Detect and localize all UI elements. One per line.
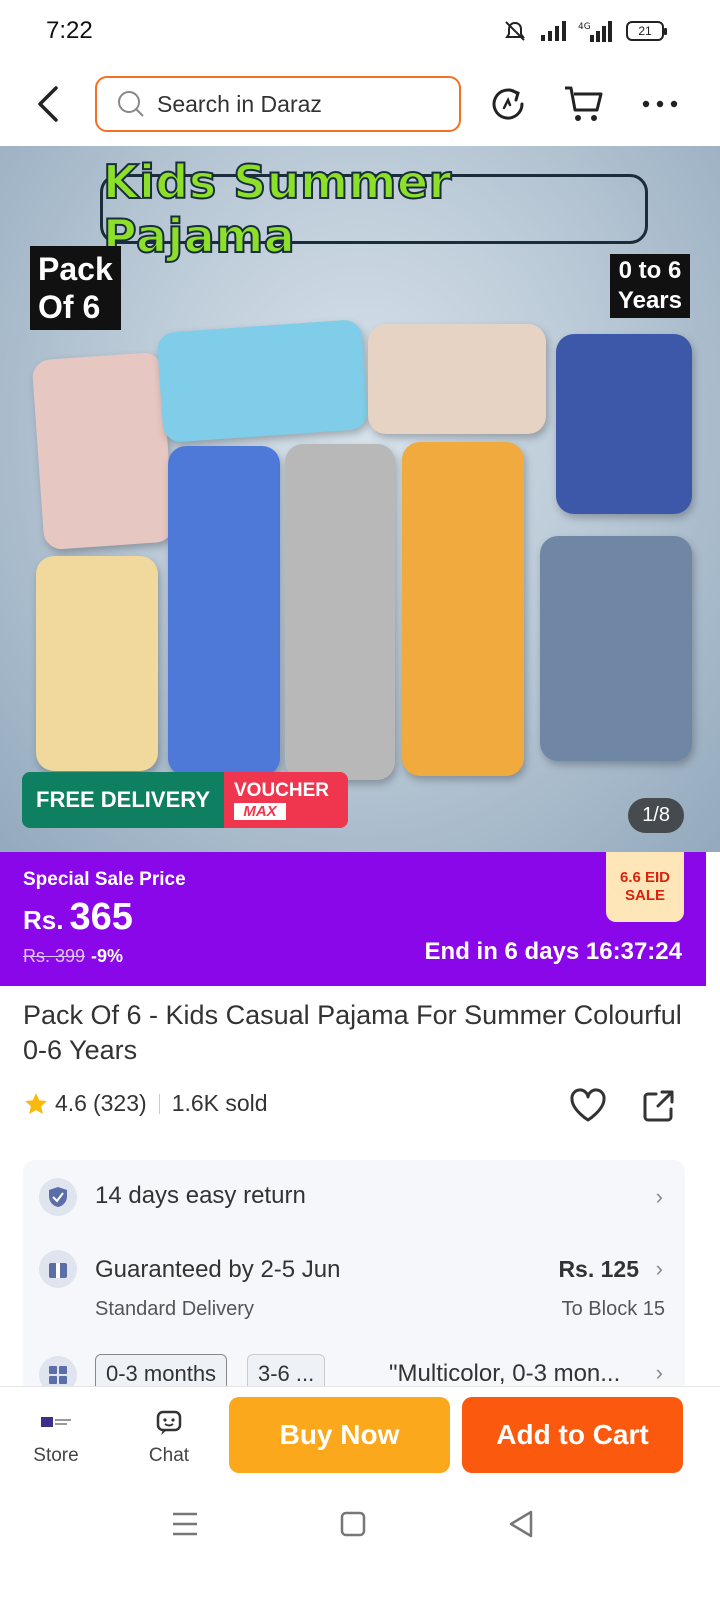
menu-icon[interactable] [172, 1510, 198, 1538]
sale-countdown: End in 6 days 16:37:24 [424, 938, 682, 965]
share-icon[interactable] [640, 1086, 680, 1126]
product-title: Pack Of 6 - Kids Casual Pajama For Summe… [23, 1000, 682, 1065]
pack-label: Pack Of 6 [30, 246, 121, 330]
battery-icon: 21 [626, 21, 667, 41]
discount-percent: -9% [91, 946, 124, 966]
pajama-image [402, 442, 524, 776]
delivery-box-icon [39, 1250, 77, 1288]
back-nav-icon[interactable] [508, 1510, 534, 1538]
pajama-image [540, 536, 692, 761]
status-time: 7:22 [46, 17, 93, 44]
image-counter: 1/8 [628, 798, 684, 833]
history-icon[interactable] [486, 82, 530, 126]
bottom-action-bar: Store Chat Buy Now Add to Cart [0, 1386, 720, 1490]
search-placeholder: Search in Daraz [157, 90, 322, 117]
mute-icon [505, 21, 525, 41]
store-button[interactable]: Store [16, 1409, 96, 1467]
selected-variant[interactable]: "Multicolor, 0-3 mon... [389, 1360, 620, 1388]
cart-icon[interactable] [562, 82, 606, 126]
status-icons: 4G 21 [502, 20, 667, 42]
status-bar: 7:22 4G 21 [0, 0, 720, 62]
svg-text:4G: 4G [578, 22, 591, 32]
original-price: Rs. 399 -9% [23, 946, 124, 966]
more-icon[interactable] [638, 82, 682, 126]
delivery-guarantee-text[interactable]: Guaranteed by 2-5 Jun [95, 1256, 341, 1284]
pajama-image [168, 446, 280, 776]
delivery-fee: Rs. 125 [558, 1256, 639, 1282]
rating-row[interactable]: 4.6 (323) 1.6K sold [23, 1090, 268, 1117]
buy-now-button[interactable]: Buy Now [229, 1397, 450, 1473]
signal-4g-icon: 4G [578, 21, 612, 42]
rating-value: 4.6 [55, 1090, 87, 1116]
sold-count: 1.6K sold [171, 1090, 268, 1116]
delivery-location: To Block 15 [561, 1298, 665, 1320]
delivery-type: Standard Delivery [95, 1298, 254, 1320]
add-to-cart-button[interactable]: Add to Cart [462, 1397, 683, 1473]
pajama-image [36, 556, 158, 771]
age-label: 0 to 6 Years [609, 254, 690, 318]
return-policy-text[interactable]: 14 days easy return [95, 1182, 306, 1210]
service-info-card: 14 days easy return › Guaranteed by 2-5 … [23, 1160, 685, 1400]
pajama-image [368, 324, 546, 434]
chat-label: Chat [148, 1445, 190, 1466]
search-input[interactable]: Search in Daraz [95, 76, 461, 132]
chat-button[interactable]: Chat [129, 1409, 209, 1467]
signal-icon [541, 21, 566, 41]
heart-icon[interactable] [568, 1086, 608, 1126]
search-icon [118, 91, 144, 117]
back-icon[interactable] [30, 82, 66, 126]
sale-price: Rs. 365 [23, 896, 133, 938]
pajama-image [556, 334, 692, 514]
shield-icon [39, 1178, 77, 1216]
chat-icon [156, 1410, 182, 1435]
chevron-right-icon[interactable]: › [656, 1184, 663, 1210]
free-delivery-badge: FREE DELIVERY VOUCHER MAX [22, 772, 348, 828]
pajama-image [285, 444, 395, 780]
product-image-carousel[interactable]: Kids Summer Pajama Pack Of 6 0 to 6 Year… [0, 146, 720, 852]
store-logo-icon [41, 1417, 71, 1427]
pajama-image [156, 318, 369, 444]
voucher-max-badge: VOUCHER MAX [224, 772, 348, 828]
home-icon[interactable] [340, 1510, 366, 1538]
store-label: Store [33, 1445, 79, 1466]
chevron-right-icon[interactable]: › [656, 1256, 663, 1282]
eid-sale-badge: 6.6 EID SALE [606, 852, 684, 922]
sale-label: Special Sale Price [23, 869, 186, 890]
chevron-right-icon[interactable]: › [656, 1360, 663, 1386]
review-count: (323) [92, 1090, 147, 1116]
flash-sale-bar: Special Sale Price Rs. 365 Rs. 399 -9% 6.6… [0, 852, 706, 986]
free-delivery-label: FREE DELIVERY [22, 772, 224, 828]
star-icon [25, 1092, 47, 1114]
pajama-image [31, 351, 175, 551]
divider [158, 1093, 160, 1114]
hero-banner-title: Kids Summer Pajama [100, 154, 648, 264]
system-navigation-bar [0, 1490, 720, 1600]
top-nav: Search in Daraz [0, 62, 720, 146]
